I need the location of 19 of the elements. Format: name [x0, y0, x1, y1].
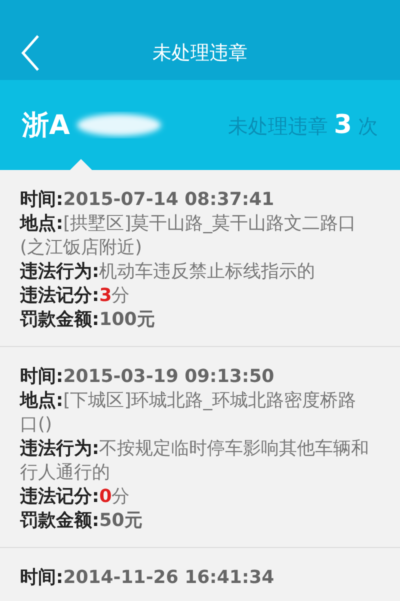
violation-card[interactable]: 时间:2015-07-14 08:37:41 地点:[拱墅区]莫干山路_莫干山路文二路口(之江饭店附近) 违法行为:机动车违反禁止标线指示的 违法记分:3分 罚款金额:100元 [0, 170, 400, 347]
plate-number: 浙A [22, 109, 70, 143]
record-field: 罚款金额:100元 [20, 308, 372, 332]
pointer-marker [70, 159, 92, 170]
violation-card[interactable]: 时间:2015-03-19 09:13:50 地点:[下城区]环城北路_环城北路密度桥路口() 违法行为:不按规定临时停车影响其他车辆和行人通行的 违法记分:0分 罚款金额:50元 [0, 347, 400, 548]
back-icon[interactable] [20, 34, 40, 72]
record-field: 时间:2015-07-14 08:37:41 [20, 188, 372, 212]
window-title: 未处理违章 [152, 41, 248, 66]
record-field: 时间:2014-11-26 16:41:34 [20, 566, 372, 590]
record-field: 地点:[拱墅区]莫干山路_莫干山路文二路口(之江饭店附近) [20, 212, 372, 260]
record-field: 违法记分:0分 [20, 485, 372, 509]
violation-count: 3 [334, 110, 352, 140]
record-field: 违法行为:机动车违反禁止标线指示的 [20, 260, 372, 284]
violation-card[interactable]: 时间:2014-11-26 16:41:34 [0, 548, 400, 601]
record-field: 违法行为:不按规定临时停车影响其他车辆和行人通行的 [20, 437, 372, 485]
record-field: 违法记分:3分 [20, 284, 372, 308]
record-field: 罚款金额:50元 [20, 509, 372, 533]
record-field: 时间:2015-03-19 09:13:50 [20, 365, 372, 389]
record-field: 地点:[下城区]环城北路_环城北路密度桥路口() [20, 389, 372, 437]
